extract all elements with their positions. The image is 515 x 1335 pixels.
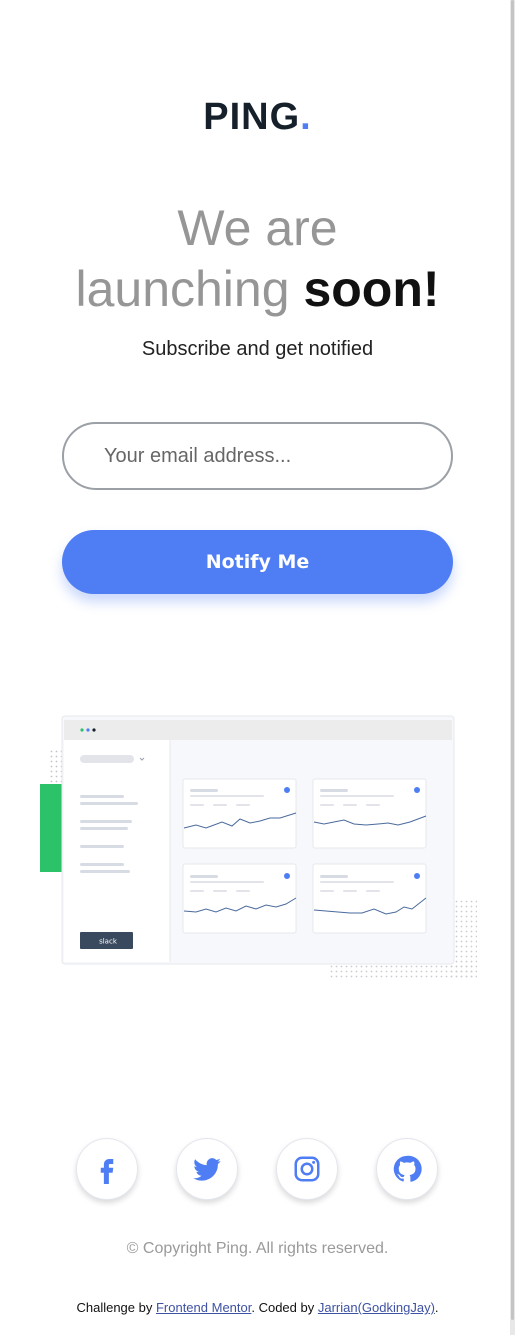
dashboard-illustration-svg: slack [40,715,477,980]
challenge-prefix: Challenge by [76,1300,156,1315]
logo: PING. [0,96,515,139]
coded-prefix: . Coded by [251,1300,318,1315]
chart-card [312,778,427,849]
chart-card [182,863,297,934]
twitter-icon [193,1158,221,1181]
chart-card [182,778,297,849]
logo-text: PING [203,96,301,138]
headline: We are launching soon! [0,198,515,320]
instagram-link[interactable] [276,1138,338,1200]
headline-line1: We are [177,200,338,256]
copyright-text: © Copyright Ping. All rights reserved. [126,1240,389,1257]
attribution: Challenge by Frontend Mentor. Coded by J… [0,1300,515,1315]
logo-dot: . [300,96,312,138]
headline-line2-bold: soon! [303,261,440,317]
attribution-suffix: . [434,1300,439,1315]
chart-card [312,863,427,934]
headline-line2-light: launching [75,261,290,317]
dashboard-illustration: slack [0,700,515,1000]
github-icon [393,1155,422,1182]
slack-label: slack [99,938,118,946]
facebook-link[interactable] [76,1138,138,1200]
author-link[interactable]: Jarrian(GodkingJay) [318,1300,435,1315]
email-input[interactable] [62,422,453,490]
facebook-icon [100,1159,114,1184]
notify-me-button[interactable]: Notify Me [62,530,453,594]
github-link[interactable] [376,1138,438,1200]
frontend-mentor-link[interactable]: Frontend Mentor [156,1300,251,1315]
instagram-icon [294,1156,320,1182]
social-links [0,1138,515,1202]
twitter-link[interactable] [176,1138,238,1200]
subtitle: Subscribe and get notified [141,338,374,360]
